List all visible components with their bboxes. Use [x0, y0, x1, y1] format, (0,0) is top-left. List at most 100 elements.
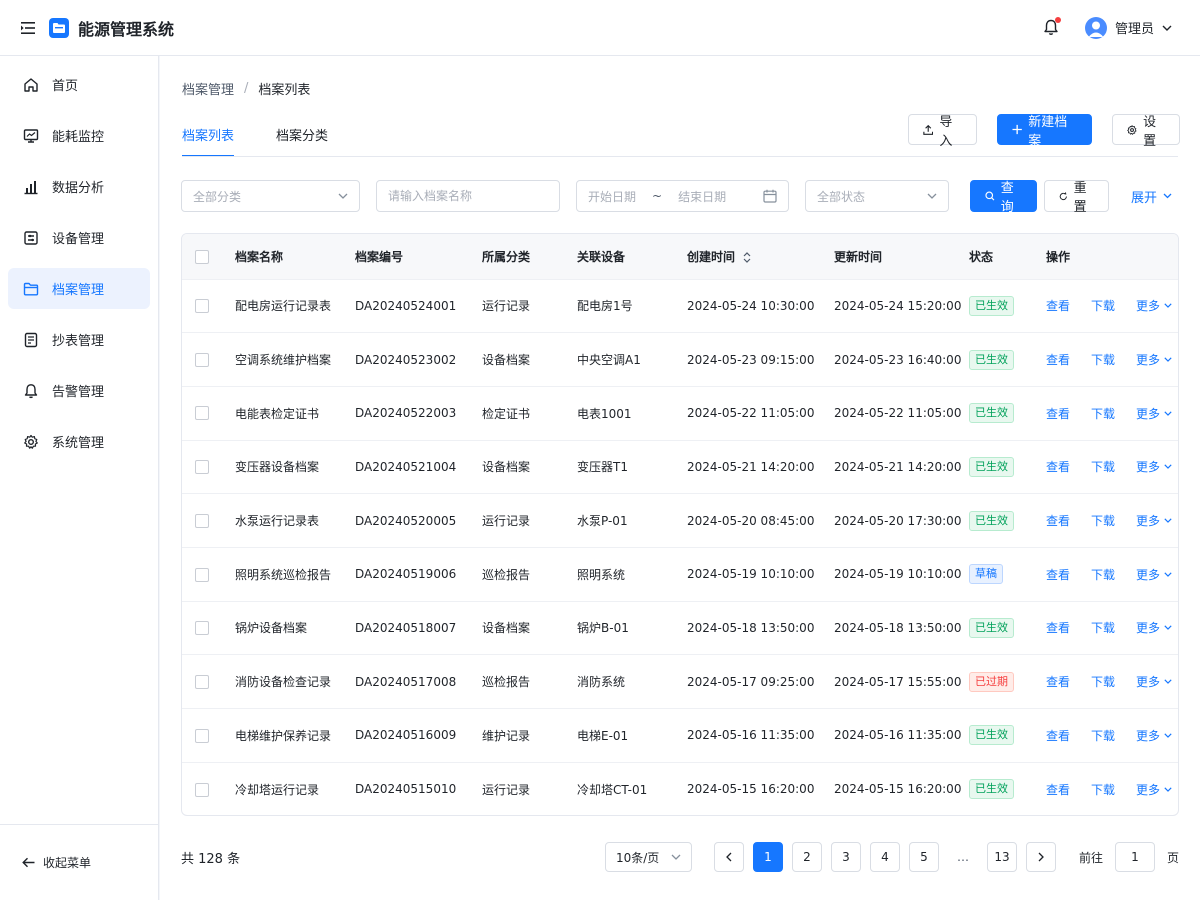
query-button[interactable]: 查询: [970, 180, 1037, 215]
download-link[interactable]: 下载: [1091, 568, 1115, 582]
notification-bell-icon[interactable]: [1039, 16, 1063, 40]
more-actions-dropdown[interactable]: 更多: [1136, 512, 1172, 529]
page-number-button[interactable]: 13: [986, 842, 1017, 872]
archive-name-input[interactable]: [388, 189, 548, 203]
row-checkbox[interactable]: [195, 406, 209, 421]
row-checkbox[interactable]: [195, 621, 209, 636]
user-avatar[interactable]: [1084, 16, 1107, 39]
view-link[interactable]: 查看: [1046, 353, 1070, 367]
page-number-button[interactable]: 5: [908, 842, 939, 872]
row-checkbox[interactable]: [195, 728, 209, 743]
table-row: 变压器设备档案 DA20240521004 设备档案 变压器T1 2024-05-21 …: [182, 440, 1178, 494]
page-number-button[interactable]: 1: [752, 842, 783, 872]
page-size-select[interactable]: 10条/页: [604, 842, 692, 872]
sidebar-item-data-analysis[interactable]: 数据分析: [8, 166, 150, 207]
view-link[interactable]: 查看: [1046, 407, 1070, 421]
column-header-name: 档案名称: [235, 249, 284, 264]
row-checkbox[interactable]: [195, 513, 209, 528]
row-checkbox[interactable]: [195, 567, 209, 582]
sidebar-item-archive-management[interactable]: 档案管理: [8, 268, 150, 309]
cell-name: 空调系统维护档案: [235, 353, 332, 368]
view-link[interactable]: 查看: [1046, 299, 1070, 313]
sidebar-item-alarm-management[interactable]: 告警管理: [8, 370, 150, 411]
menu-toggle-icon[interactable]: [0, 0, 56, 56]
more-actions-dropdown[interactable]: 更多: [1136, 458, 1172, 475]
sidebar-item-device-management[interactable]: 设备管理: [8, 217, 150, 258]
sidebar-item-label: 抄表管理: [52, 334, 105, 349]
download-link[interactable]: 下载: [1091, 514, 1115, 528]
view-link[interactable]: 查看: [1046, 729, 1070, 743]
download-link[interactable]: 下载: [1091, 675, 1115, 689]
page-number-button[interactable]: 2: [791, 842, 822, 872]
app-title: 能源管理系统: [78, 19, 175, 39]
more-actions-dropdown[interactable]: 更多: [1136, 297, 1172, 314]
user-menu-chevron-down-icon[interactable]: [1162, 25, 1172, 31]
sort-icon[interactable]: [743, 251, 751, 263]
column-header-created[interactable]: 创建时间: [687, 234, 834, 279]
download-link[interactable]: 下载: [1091, 621, 1115, 635]
row-checkbox[interactable]: [195, 460, 209, 475]
download-link[interactable]: 下载: [1091, 299, 1115, 313]
view-link[interactable]: 查看: [1046, 514, 1070, 528]
table-row: 配电房运行记录表 DA20240524001 运行记录 配电房1号 2024-05-24…: [182, 279, 1178, 333]
page-size-value: 10条/页: [615, 850, 660, 865]
collapse-menu-button[interactable]: 收起菜单: [0, 824, 158, 900]
view-link[interactable]: 查看: [1046, 621, 1070, 635]
row-checkbox[interactable]: [195, 299, 209, 314]
download-link[interactable]: 下载: [1091, 783, 1115, 797]
new-archive-button[interactable]: 新建档案: [997, 114, 1092, 149]
view-link[interactable]: 查看: [1046, 460, 1070, 474]
arrow-left-icon: [22, 857, 35, 868]
more-actions-dropdown[interactable]: 更多: [1136, 673, 1172, 690]
sidebar-item-energy-monitor[interactable]: 能耗监控: [8, 115, 150, 156]
settings-button[interactable]: 设置: [1112, 114, 1180, 149]
reset-button[interactable]: 重置: [1044, 180, 1109, 215]
cell-code: DA20240515010: [355, 782, 457, 797]
cell-code: DA20240517008: [355, 674, 457, 689]
tab-archive-list[interactable]: 档案列表: [182, 113, 235, 157]
download-link[interactable]: 下载: [1091, 407, 1115, 421]
row-checkbox[interactable]: [195, 674, 209, 689]
sidebar-item-meter-reading[interactable]: 抄表管理: [8, 319, 150, 360]
sidebar-item-home[interactable]: 首页: [8, 64, 150, 105]
view-link[interactable]: 查看: [1046, 568, 1070, 582]
page-number-button[interactable]: 3: [830, 842, 861, 872]
more-label: 更多: [1136, 406, 1161, 421]
prev-page-button[interactable]: [713, 842, 744, 872]
more-actions-dropdown[interactable]: 更多: [1136, 727, 1172, 744]
more-actions-dropdown[interactable]: 更多: [1136, 619, 1172, 636]
app-logo-icon: [49, 17, 69, 38]
more-actions-dropdown[interactable]: 更多: [1136, 351, 1172, 368]
goto-page-input[interactable]: 1: [1114, 842, 1155, 872]
search-icon: [985, 191, 995, 201]
download-link[interactable]: 下载: [1091, 353, 1115, 367]
breadcrumb-parent[interactable]: 档案管理: [182, 79, 234, 98]
view-link[interactable]: 查看: [1046, 675, 1070, 689]
row-checkbox[interactable]: [195, 352, 209, 367]
more-actions-dropdown[interactable]: 更多: [1136, 405, 1172, 422]
row-checkbox[interactable]: [195, 782, 209, 797]
user-name[interactable]: 管理员: [1115, 18, 1154, 37]
select-all-checkbox[interactable]: [195, 249, 209, 264]
goto-page: 前往 1 页: [1079, 842, 1179, 872]
more-label: 更多: [1136, 299, 1161, 314]
cell-device: 冷却塔CT-01: [577, 782, 648, 797]
more-actions-dropdown[interactable]: 更多: [1136, 566, 1172, 583]
category-select[interactable]: 全部分类: [181, 180, 360, 212]
date-range-picker[interactable]: 开始日期 ~ 结束日期: [576, 180, 789, 212]
table-row: 消防设备检查记录 DA20240517008 巡检报告 消防系统 2024-05-17 …: [182, 654, 1178, 709]
download-link[interactable]: 下载: [1091, 729, 1115, 743]
tabs-divider: [182, 156, 1178, 157]
import-button[interactable]: 导入: [908, 114, 977, 149]
cell-code: DA20240523002: [355, 352, 457, 367]
view-link[interactable]: 查看: [1046, 783, 1070, 797]
download-link[interactable]: 下载: [1091, 460, 1115, 474]
more-actions-dropdown[interactable]: 更多: [1136, 781, 1172, 798]
cell-created: 2024-05-16 11:35:00: [687, 728, 815, 743]
next-page-button[interactable]: [1025, 842, 1056, 872]
status-select[interactable]: 全部状态: [805, 180, 949, 212]
expand-filters-button[interactable]: 展开: [1131, 187, 1172, 206]
page-number-button[interactable]: 4: [869, 842, 900, 872]
sidebar-item-system-management[interactable]: 系统管理: [8, 421, 150, 462]
tab-archive-category[interactable]: 档案分类: [276, 113, 328, 157]
